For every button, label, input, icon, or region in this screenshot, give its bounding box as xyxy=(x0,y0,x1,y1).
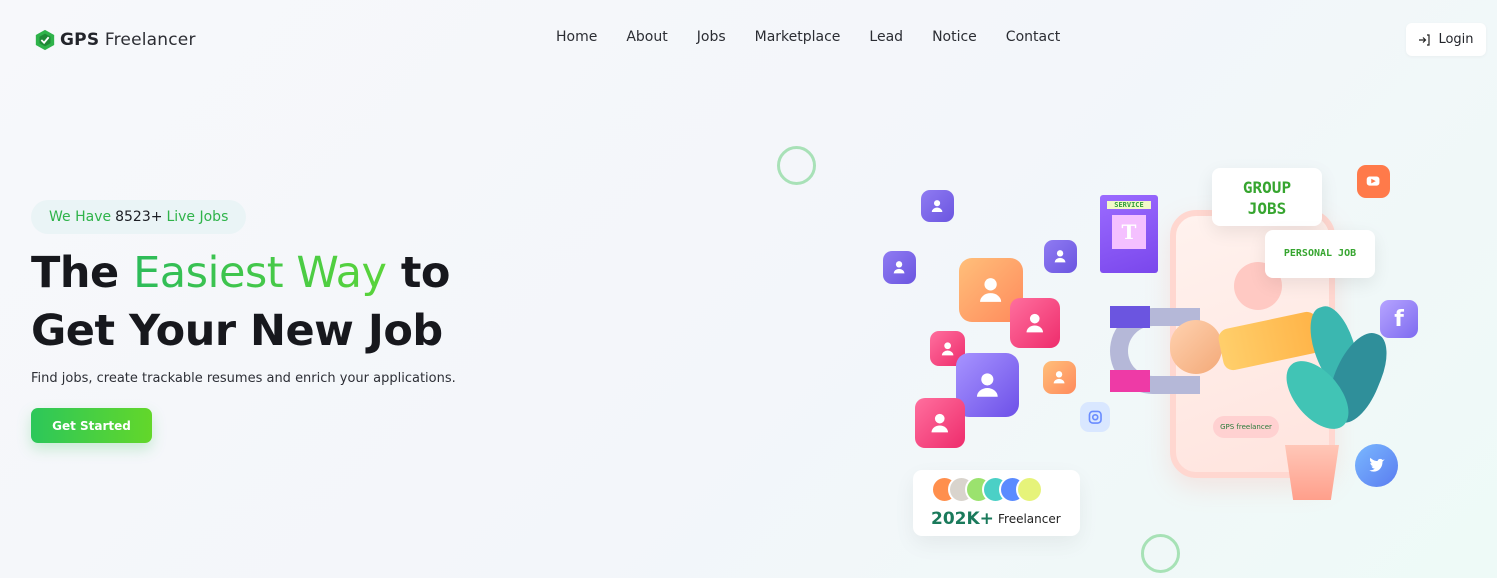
badge-prefix: We Have xyxy=(49,209,112,225)
login-label: Login xyxy=(1438,32,1474,47)
phone-brand: GPS freelancer xyxy=(1213,416,1279,438)
service-card: SERVICE T xyxy=(1100,195,1158,273)
brand-name: GPS Freelancer xyxy=(60,30,196,50)
youtube-icon xyxy=(1357,165,1390,198)
user-icon xyxy=(931,414,949,433)
login-icon xyxy=(1419,33,1431,46)
user-icon xyxy=(977,373,998,398)
login-button[interactable]: Login xyxy=(1406,23,1486,56)
nav-contact[interactable]: Contact xyxy=(1006,29,1060,45)
nav-home[interactable]: Home xyxy=(556,29,597,45)
user-icon xyxy=(1055,250,1066,263)
get-started-button[interactable]: Get Started xyxy=(31,408,152,443)
nav-lead[interactable]: Lead xyxy=(869,29,903,45)
headline-part1: The xyxy=(31,248,134,298)
service-label: SERVICE xyxy=(1107,201,1151,209)
badge-suffix: Live Jobs xyxy=(166,209,229,225)
user-icon xyxy=(932,200,943,213)
main-nav: Home About Jobs Marketplace Lead Notice … xyxy=(556,29,1089,45)
text-tool-icon: T xyxy=(1112,215,1146,249)
facebook-icon: f xyxy=(1380,300,1418,338)
freelancer-stats-card: 202K+ Freelancer xyxy=(913,470,1080,536)
play-icon xyxy=(1367,176,1380,187)
user-icon xyxy=(980,278,1002,303)
user-tile xyxy=(1044,240,1077,273)
nav-jobs[interactable]: Jobs xyxy=(697,29,726,45)
brand-logo[interactable]: GPS Freelancer xyxy=(34,29,196,51)
magnet-pole-top xyxy=(1110,306,1150,328)
user-tile xyxy=(1043,361,1076,394)
freelancer-label: Freelancer xyxy=(998,512,1061,526)
user-tile xyxy=(883,251,916,284)
plant-pot xyxy=(1285,445,1339,500)
user-icon xyxy=(1026,314,1044,333)
bird-icon xyxy=(1368,457,1385,472)
hero-headline: The Easiest Way to Get Your New Job xyxy=(31,244,450,360)
headline-highlight: Easiest Way xyxy=(133,248,387,298)
nav-marketplace[interactable]: Marketplace xyxy=(755,29,841,45)
decor-ring xyxy=(777,146,816,185)
avatar-group xyxy=(931,476,1043,503)
freelancer-count: 202K+ xyxy=(931,509,994,529)
hand xyxy=(1170,320,1222,374)
personal-job-bubble: PERSONAL JOB xyxy=(1265,230,1375,278)
instagram-icon xyxy=(1080,402,1110,432)
headline-line2: Get Your New Job xyxy=(31,306,443,356)
group-jobs-bubble: GROUP JOBS xyxy=(1212,168,1322,226)
headline-part2: to xyxy=(386,248,451,298)
group-jobs-line1: GROUP xyxy=(1242,178,1292,197)
nav-about[interactable]: About xyxy=(626,29,667,45)
live-jobs-badge: We Have 8523+ Live Jobs xyxy=(31,200,247,234)
user-tile xyxy=(956,353,1019,417)
magnet-pole-bottom xyxy=(1110,370,1150,392)
user-tile xyxy=(915,398,965,448)
user-tile xyxy=(1010,298,1060,348)
user-icon xyxy=(1054,371,1065,384)
badge-count: 8523+ xyxy=(115,209,163,225)
plant-leaves xyxy=(1274,301,1397,455)
user-icon xyxy=(941,342,954,356)
logo-icon xyxy=(35,29,55,51)
group-jobs-line2: JOBS xyxy=(1247,199,1287,218)
nav-notice[interactable]: Notice xyxy=(932,29,977,45)
user-icon xyxy=(894,261,905,274)
camera-icon xyxy=(1088,410,1102,424)
user-tile xyxy=(921,190,954,222)
avatar xyxy=(1016,476,1043,503)
hero-subtext: Find jobs, create trackable resumes and … xyxy=(31,371,456,386)
